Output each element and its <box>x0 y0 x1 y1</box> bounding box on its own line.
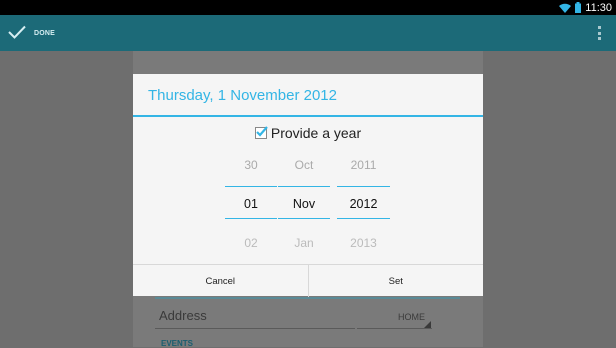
address-type-spinner[interactable]: HOME <box>398 312 425 322</box>
year-prev[interactable]: 2011 <box>337 158 390 172</box>
overflow-menu-icon[interactable] <box>596 26 602 40</box>
spinner-arrow-icon <box>424 321 431 328</box>
year-picker[interactable]: 2011 2012 2013 <box>337 154 390 254</box>
wifi-icon <box>559 3 572 13</box>
picker-divider <box>225 186 277 187</box>
provide-year-label: Provide a year <box>270 125 362 141</box>
checkmark-icon <box>256 126 268 137</box>
set-button[interactable]: Set <box>309 265 484 297</box>
divider <box>155 297 460 299</box>
day-next[interactable]: 02 <box>225 236 277 250</box>
provide-year-row[interactable]: Provide a year <box>133 124 483 142</box>
cancel-button[interactable]: Cancel <box>133 265 309 297</box>
year-next[interactable]: 2013 <box>337 236 390 250</box>
done-button[interactable]: DONE <box>8 15 55 51</box>
date-picker-dialog: Thursday, 1 November 2012 Provide a year… <box>133 74 483 297</box>
picker-divider <box>225 218 277 219</box>
done-label: DONE <box>34 29 56 37</box>
title-divider <box>133 115 483 117</box>
month-prev[interactable]: Oct <box>278 158 330 172</box>
status-icons: 11:30 <box>559 0 612 15</box>
month-next[interactable]: Jan <box>278 236 330 250</box>
status-time: 11:30 <box>585 1 612 14</box>
day-picker[interactable]: 30 01 02 <box>225 154 277 254</box>
provide-year-checkbox[interactable] <box>254 126 268 139</box>
day-prev[interactable]: 30 <box>225 158 277 172</box>
address-underline <box>155 328 355 329</box>
address-field[interactable]: Address <box>159 308 207 323</box>
picker-divider <box>278 218 330 219</box>
picker-divider <box>337 218 390 219</box>
month-selected[interactable]: Nov <box>278 197 330 211</box>
status-bar: 11:30 <box>0 0 616 15</box>
picker-divider <box>278 186 330 187</box>
dialog-title: Thursday, 1 November 2012 <box>148 87 337 104</box>
battery-icon <box>575 2 582 13</box>
spinner-underline <box>357 328 432 329</box>
picker-divider <box>337 186 390 187</box>
action-bar: DONE <box>0 15 616 51</box>
day-selected[interactable]: 01 <box>225 197 277 211</box>
month-picker[interactable]: Oct Nov Jan <box>278 154 330 254</box>
year-selected[interactable]: 2012 <box>337 197 390 211</box>
checkmark-icon <box>8 25 26 41</box>
dialog-button-bar: Cancel Set <box>133 264 483 297</box>
